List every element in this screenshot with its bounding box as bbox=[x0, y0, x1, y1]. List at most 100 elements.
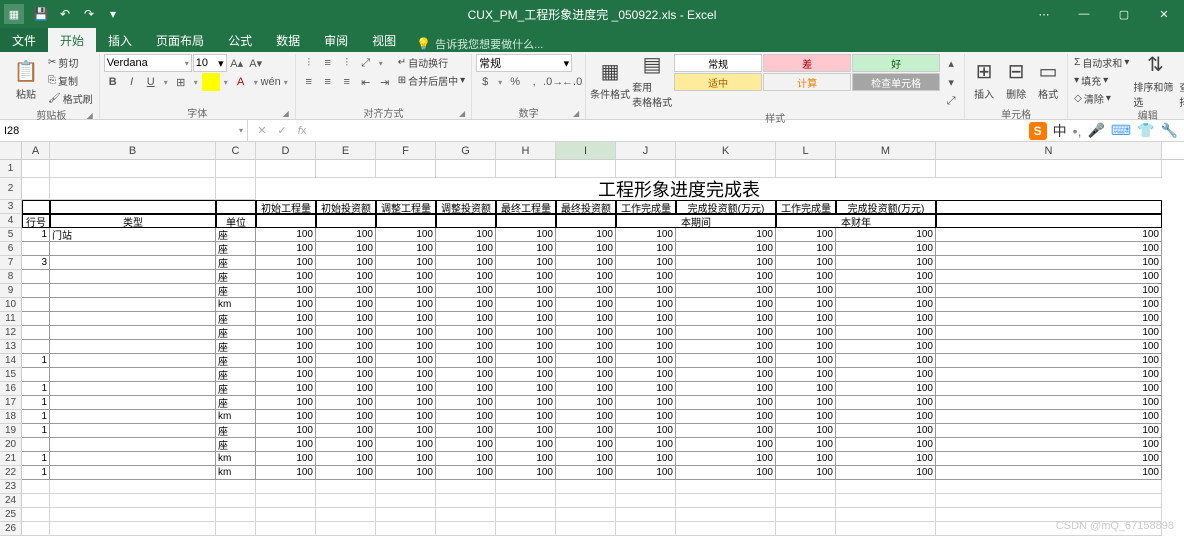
font-name-combo[interactable]: Verdana▾ bbox=[104, 54, 192, 72]
cell-14-E[interactable]: 100 bbox=[316, 354, 376, 368]
cell-1-M[interactable] bbox=[836, 160, 936, 178]
cell-1-N[interactable] bbox=[936, 160, 1162, 178]
copy-button[interactable]: ⎘ 复制 bbox=[46, 72, 95, 89]
hdr-C[interactable]: 单位 bbox=[216, 214, 256, 228]
col-header-N[interactable]: N bbox=[936, 142, 1162, 159]
cell-4-D[interactable] bbox=[256, 214, 316, 228]
ime-lang[interactable]: 中 bbox=[1053, 121, 1067, 141]
cell-26-M[interactable] bbox=[836, 522, 936, 536]
cell-16-B[interactable] bbox=[50, 382, 216, 396]
cell-5-F[interactable]: 100 bbox=[376, 228, 436, 242]
cell-18-A[interactable]: 1 bbox=[22, 410, 50, 424]
cell-9-M[interactable]: 100 bbox=[836, 284, 936, 298]
cell-13-G[interactable]: 100 bbox=[436, 340, 496, 354]
cell-6-N[interactable]: 100 bbox=[936, 242, 1162, 256]
cell-16-G[interactable]: 100 bbox=[436, 382, 496, 396]
cell-11-D[interactable]: 100 bbox=[256, 312, 316, 326]
cell-13-N[interactable]: 100 bbox=[936, 340, 1162, 354]
number-launcher[interactable]: ◢ bbox=[571, 109, 581, 119]
cell-7-B[interactable] bbox=[50, 256, 216, 270]
row-header-22[interactable]: 22 bbox=[0, 466, 22, 480]
row-header-9[interactable]: 9 bbox=[0, 284, 22, 298]
cell-9-G[interactable]: 100 bbox=[436, 284, 496, 298]
align-middle-button[interactable]: ≡ bbox=[319, 54, 337, 72]
cell-6-I[interactable]: 100 bbox=[556, 242, 616, 256]
cell-25-H[interactable] bbox=[496, 508, 556, 522]
row-header-24[interactable]: 24 bbox=[0, 494, 22, 508]
cell-6-F[interactable]: 100 bbox=[376, 242, 436, 256]
cell-7-K[interactable]: 100 bbox=[676, 256, 776, 270]
cell-25-E[interactable] bbox=[316, 508, 376, 522]
cell-5-N[interactable]: 100 bbox=[936, 228, 1162, 242]
cell-1-K[interactable] bbox=[676, 160, 776, 178]
cell-21-K[interactable]: 100 bbox=[676, 452, 776, 466]
format-painter-button[interactable]: 🖌 格式刷 bbox=[46, 90, 95, 107]
cell-9-C[interactable]: 座 bbox=[216, 284, 256, 298]
cell-4-G[interactable] bbox=[436, 214, 496, 228]
row-header-14[interactable]: 14 bbox=[0, 354, 22, 368]
cell-16-J[interactable]: 100 bbox=[616, 382, 676, 396]
col-header-H[interactable]: H bbox=[496, 142, 556, 159]
cell-19-B[interactable] bbox=[50, 424, 216, 438]
col-header-E[interactable]: E bbox=[316, 142, 376, 159]
dec-decimal-button[interactable]: ←.0 bbox=[563, 73, 581, 91]
cell-1-D[interactable] bbox=[256, 160, 316, 178]
cell-13-K[interactable]: 100 bbox=[676, 340, 776, 354]
row-header-21[interactable]: 21 bbox=[0, 452, 22, 466]
row-header-18[interactable]: 18 bbox=[0, 410, 22, 424]
col-header-L[interactable]: L bbox=[776, 142, 836, 159]
cell-4-F[interactable] bbox=[376, 214, 436, 228]
bold-button[interactable]: B bbox=[104, 73, 122, 91]
cell-5-A[interactable]: 1 bbox=[22, 228, 50, 242]
currency-button[interactable]: $ bbox=[476, 73, 494, 91]
name-box[interactable]: I28▾ bbox=[0, 120, 248, 142]
cell-12-N[interactable]: 100 bbox=[936, 326, 1162, 340]
cell-10-M[interactable]: 100 bbox=[836, 298, 936, 312]
cell-1-L[interactable] bbox=[776, 160, 836, 178]
cell-19-C[interactable]: 座 bbox=[216, 424, 256, 438]
cell-20-N[interactable]: 100 bbox=[936, 438, 1162, 452]
cut-button[interactable]: ✂ 剪切 bbox=[46, 54, 95, 71]
cell-6-J[interactable]: 100 bbox=[616, 242, 676, 256]
cell-8-H[interactable]: 100 bbox=[496, 270, 556, 284]
cell-8-A[interactable] bbox=[22, 270, 50, 284]
col-header-D[interactable]: D bbox=[256, 142, 316, 159]
redo-button[interactable]: ↷ bbox=[80, 5, 98, 23]
col-header-M[interactable]: M bbox=[836, 142, 936, 159]
hdr-G[interactable]: 调整投资额 bbox=[436, 200, 496, 214]
cell-20-F[interactable]: 100 bbox=[376, 438, 436, 452]
cell-24-J[interactable] bbox=[616, 494, 676, 508]
cell-15-N[interactable]: 100 bbox=[936, 368, 1162, 382]
cell-22-B[interactable] bbox=[50, 466, 216, 480]
cell-18-I[interactable]: 100 bbox=[556, 410, 616, 424]
hdr-K[interactable]: 完成投资额(万元) bbox=[676, 200, 776, 214]
format-as-table-button[interactable]: ▤套用 表格格式 bbox=[632, 54, 672, 106]
cell-13-A[interactable] bbox=[22, 340, 50, 354]
cell-23-D[interactable] bbox=[256, 480, 316, 494]
hdr-fy[interactable]: 本财年 bbox=[776, 214, 936, 228]
cell-12-I[interactable]: 100 bbox=[556, 326, 616, 340]
cell-21-J[interactable]: 100 bbox=[616, 452, 676, 466]
cell-18-H[interactable]: 100 bbox=[496, 410, 556, 424]
clear-button[interactable]: ◇ 清除 ▾ bbox=[1072, 90, 1131, 107]
cell-12-J[interactable]: 100 bbox=[616, 326, 676, 340]
col-header-K[interactable]: K bbox=[676, 142, 776, 159]
border-dd[interactable]: ▾ bbox=[191, 73, 201, 91]
cell-19-A[interactable]: 1 bbox=[22, 424, 50, 438]
row-header-8[interactable]: 8 bbox=[0, 270, 22, 284]
cell-22-E[interactable]: 100 bbox=[316, 466, 376, 480]
cell-20-J[interactable]: 100 bbox=[616, 438, 676, 452]
cell-17-H[interactable]: 100 bbox=[496, 396, 556, 410]
currency-dd[interactable]: ▾ bbox=[495, 73, 505, 91]
ime-keyboard-icon[interactable]: ⌨ bbox=[1111, 122, 1131, 139]
cell-20-E[interactable]: 100 bbox=[316, 438, 376, 452]
row-header-23[interactable]: 23 bbox=[0, 480, 22, 494]
cell-14-G[interactable]: 100 bbox=[436, 354, 496, 368]
align-right-button[interactable]: ≡ bbox=[338, 73, 356, 91]
tab-insert[interactable]: 插入 bbox=[96, 28, 144, 52]
row-header-16[interactable]: 16 bbox=[0, 382, 22, 396]
cell-23-M[interactable] bbox=[836, 480, 936, 494]
row-header-7[interactable]: 7 bbox=[0, 256, 22, 270]
row-header-20[interactable]: 20 bbox=[0, 438, 22, 452]
fill-color-button[interactable] bbox=[202, 73, 220, 91]
